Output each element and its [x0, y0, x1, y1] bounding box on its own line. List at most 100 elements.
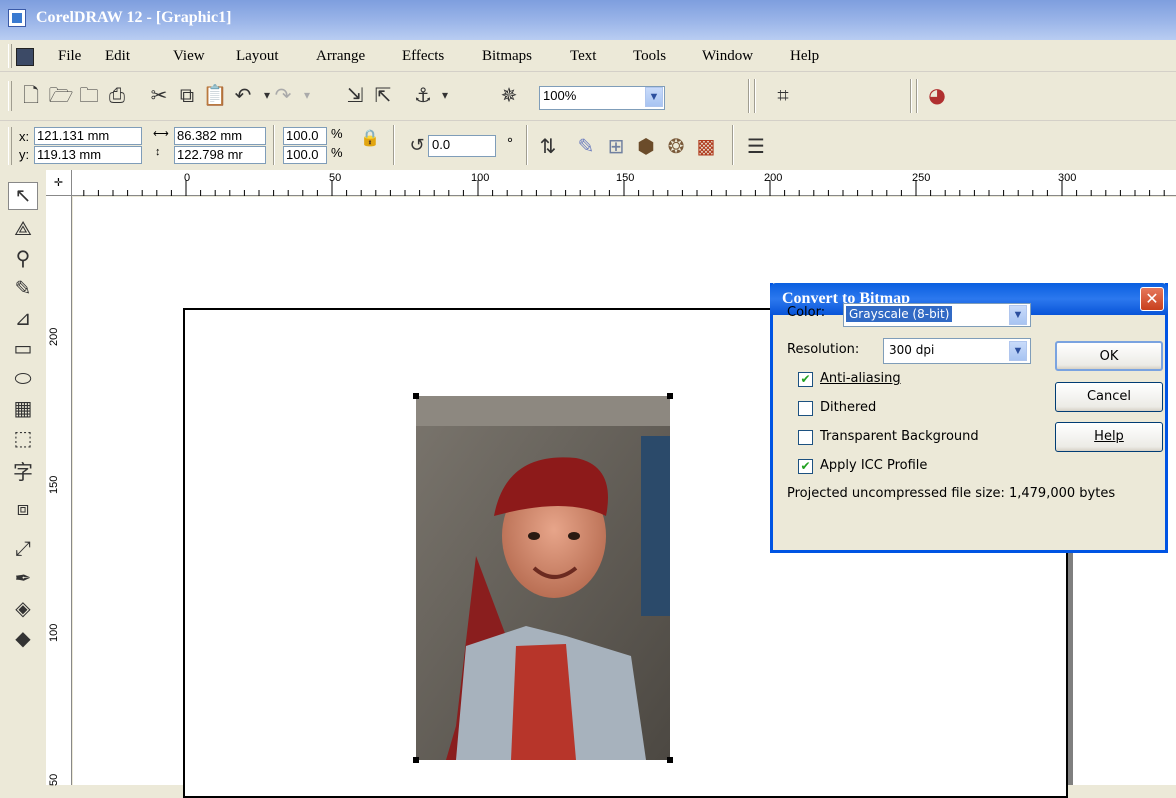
basic-shapes-icon[interactable]: ⬚ — [8, 426, 38, 454]
anti-aliasing-checkbox[interactable]: ✔ — [798, 372, 813, 387]
undo-icon[interactable]: ↶ — [230, 82, 256, 108]
paste-icon[interactable]: 📋 — [202, 82, 228, 108]
resolution-label: Resolution: — [787, 342, 860, 357]
new-from-template-icon[interactable]: 🗁 — [48, 82, 74, 108]
toolbar-grip[interactable] — [8, 127, 12, 165]
transparent-background-checkbox[interactable] — [798, 430, 813, 445]
chevron-down-icon[interactable]: ▼ — [1009, 305, 1027, 325]
selection-handle[interactable] — [413, 757, 419, 763]
ruler-label: 50 — [48, 773, 60, 786]
pick-tool-icon[interactable]: ↖ — [8, 182, 38, 210]
shape-tool-icon[interactable]: ⟁ — [8, 216, 38, 244]
horizontal-ruler[interactable]: 0 50 100 150 200 250 300 — [46, 170, 1176, 196]
color-select[interactable]: Grayscale (8-bit) — [843, 303, 1031, 327]
eyedropper-icon[interactable]: ⤢ — [8, 536, 38, 564]
import-icon[interactable]: ⇲ — [342, 82, 368, 108]
color-management-icon[interactable]: ◕ — [924, 82, 950, 108]
toolbar-separator — [910, 79, 912, 113]
launcher-dropdown-icon[interactable]: ▾ — [432, 82, 458, 108]
help-button[interactable]: Help — [1055, 422, 1163, 452]
apply-icc-profile-label[interactable]: Apply ICC Profile — [820, 458, 927, 473]
fill-tool-icon[interactable]: ◈ — [8, 596, 38, 624]
dithered-label[interactable]: Dithered — [820, 400, 876, 415]
trace-bitmap-icon[interactable]: ⬢ — [633, 133, 659, 159]
toolbar-grip[interactable] — [8, 44, 12, 68]
chevron-down-icon[interactable]: ▼ — [645, 87, 663, 107]
export-icon[interactable]: ⇱ — [370, 82, 396, 108]
toolbar-separator — [273, 125, 275, 165]
toolbar-grip[interactable] — [8, 81, 12, 111]
ruler-origin-icon[interactable]: ✛ — [46, 170, 72, 196]
snap-to-icon[interactable]: ⌗ — [770, 82, 796, 108]
selection-handle[interactable] — [667, 393, 673, 399]
standard-toolbar: 🗋 🗁 🗀 ⎙ ✂ ⧉ 📋 ↶ ▾ ↷ ▾ ⇲ ⇱ ⚓ ▾ ✵ 100% ▼ ⌗… — [0, 73, 1176, 119]
menu-window[interactable]: Window — [702, 48, 753, 65]
menu-view[interactable]: View — [173, 48, 205, 65]
freehand-tool-icon[interactable]: ✎ — [8, 276, 38, 304]
menu-effects[interactable]: Effects — [402, 48, 444, 65]
interactive-fill-icon[interactable]: ◆ — [8, 626, 38, 654]
toolbar-separator — [754, 79, 756, 113]
polygon-tool-icon[interactable]: ▦ — [8, 396, 38, 424]
corel-online-icon[interactable]: ✵ — [496, 82, 522, 108]
anti-aliasing-label[interactable]: Anti-aliasing — [820, 371, 901, 386]
selection-handle[interactable] — [413, 393, 419, 399]
cut-icon[interactable]: ✂ — [146, 82, 172, 108]
height-field[interactable]: 122.798 mr — [174, 146, 266, 164]
menu-file[interactable]: File — [58, 48, 81, 65]
bitmap-photo[interactable] — [416, 396, 670, 760]
mirror-icon[interactable]: ⇅ — [535, 133, 561, 159]
save-icon[interactable]: ⎙ — [104, 82, 130, 108]
lock-ratio-icon[interactable]: 🔒 — [357, 125, 383, 151]
title-bar: CorelDRAW 12 - [Graphic1] — [0, 0, 1176, 40]
vertical-ruler[interactable]: 200 150 100 50 — [46, 196, 72, 786]
toolbar-separator — [748, 79, 750, 113]
degree-label: ° — [507, 135, 513, 152]
ruler-label: 100 — [48, 623, 60, 642]
scale-x-field[interactable]: 100.0 — [283, 127, 327, 145]
rotation-field[interactable]: 0.0 — [428, 135, 496, 157]
menu-layout[interactable]: Layout — [236, 48, 279, 65]
open-icon[interactable]: 🗀 — [76, 82, 102, 108]
menu-arrange[interactable]: Arrange — [316, 48, 365, 65]
menu-tools[interactable]: Tools — [633, 48, 666, 65]
apply-icc-profile-checkbox[interactable]: ✔ — [798, 459, 813, 474]
transparent-background-label[interactable]: Transparent Background — [820, 429, 979, 444]
redo-icon[interactable]: ↷ — [270, 82, 296, 108]
height-icon: ↕ — [155, 146, 161, 158]
resample-icon[interactable]: ❂ — [663, 133, 689, 159]
new-icon[interactable]: 🗋 — [18, 82, 44, 108]
window-title: CorelDRAW 12 - [Graphic1] — [36, 9, 232, 26]
redo-dropdown-icon[interactable]: ▾ — [294, 82, 320, 108]
menu-help[interactable]: Help — [790, 48, 819, 65]
interactive-blend-icon[interactable]: ⧈ — [8, 496, 38, 524]
close-icon[interactable]: ✕ — [1140, 287, 1164, 311]
x-position-field[interactable]: 121.131 mm — [34, 127, 142, 145]
menu-edit[interactable]: Edit — [105, 48, 130, 65]
toolbar-separator — [732, 125, 734, 165]
crop-bitmap-icon[interactable]: ⊞ — [603, 133, 629, 159]
selection-handle[interactable] — [667, 757, 673, 763]
document-icon[interactable] — [16, 48, 34, 66]
smart-fill-icon[interactable]: ⊿ — [8, 306, 38, 334]
outline-tool-icon[interactable]: ✒ — [8, 566, 38, 594]
menu-bar: File Edit View Layout Arrange Effects Bi… — [0, 40, 1176, 72]
cancel-button[interactable]: Cancel — [1055, 382, 1163, 412]
rectangle-tool-icon[interactable]: ▭ — [8, 336, 38, 364]
ellipse-tool-icon[interactable]: ⬭ — [8, 366, 38, 394]
menu-bitmaps[interactable]: Bitmaps — [482, 48, 532, 65]
y-position-field[interactable]: 119.13 mm — [34, 146, 142, 164]
toolbox: ↖ ⟁ ⚲ ✎ ⊿ ▭ ⬭ ▦ ⬚ 字 ⧈ ⤢ ✒ ◈ ◆ — [0, 170, 46, 785]
text-wrap-icon[interactable]: ☰ — [743, 133, 769, 159]
bitmap-color-mask-icon[interactable]: ▩ — [693, 133, 719, 159]
width-field[interactable]: 86.382 mm — [174, 127, 266, 145]
scale-y-field[interactable]: 100.0 — [283, 146, 327, 164]
ok-button[interactable]: OK — [1055, 341, 1163, 371]
copy-icon[interactable]: ⧉ — [174, 82, 200, 108]
edit-bitmap-icon[interactable]: ✎ — [573, 133, 599, 159]
chevron-down-icon[interactable]: ▼ — [1009, 341, 1027, 361]
zoom-tool-icon[interactable]: ⚲ — [8, 246, 38, 274]
text-tool-icon[interactable]: 字 — [8, 456, 38, 484]
menu-text[interactable]: Text — [570, 48, 596, 65]
dithered-checkbox[interactable] — [798, 401, 813, 416]
